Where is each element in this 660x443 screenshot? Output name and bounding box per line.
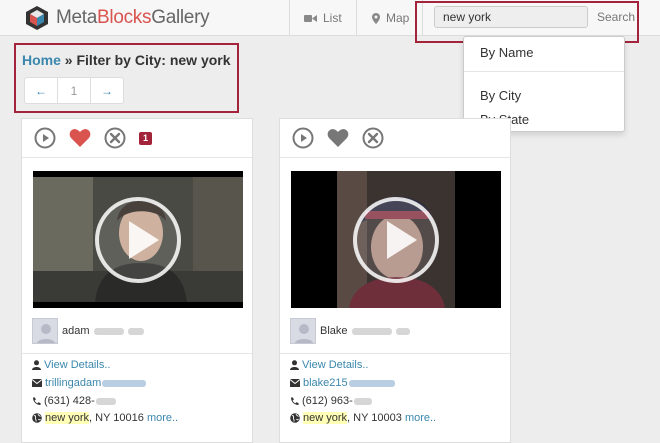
info-phone-row: (612) 963- (290, 395, 372, 407)
nav-map-link[interactable]: Map (372, 0, 409, 36)
cube-logo-icon (26, 6, 48, 30)
city-highlight: new york (303, 412, 348, 424)
dropdown-item-by-name[interactable]: By Name (480, 45, 533, 60)
video-camera-icon (304, 14, 317, 22)
dropdown-item-by-city[interactable]: By City (480, 88, 521, 103)
play-circle-icon[interactable] (292, 127, 314, 149)
result-card: 1 adam View Details.. trillingadam (631)… (21, 118, 253, 443)
email-link[interactable]: blake215 (303, 377, 348, 389)
info-email-row: blake215 (290, 377, 395, 389)
blurred-last-name (93, 327, 124, 335)
blurred-email-domain (102, 379, 147, 387)
view-details-link[interactable]: View Details.. (302, 359, 368, 371)
more-link[interactable]: more.. (405, 412, 436, 424)
card-divider (22, 353, 252, 354)
nav-list-label: List (323, 11, 342, 25)
info-address-row: new york, NY 10016 more.. (32, 412, 178, 424)
nav-divider (356, 0, 357, 36)
pager-page-number[interactable]: 1 (57, 78, 91, 103)
avatar[interactable] (32, 318, 58, 344)
close-circle-icon[interactable] (104, 127, 126, 149)
info-email-row: trillingadam (32, 377, 147, 389)
blurred-phone-digits (95, 397, 116, 405)
pagination: ← 1 → (24, 77, 124, 104)
play-circle-icon[interactable] (34, 127, 56, 149)
blurred-last-name (127, 327, 144, 335)
video-thumbnail[interactable] (33, 171, 243, 308)
phone-number: (631) 428- (44, 395, 95, 407)
play-overlay-icon[interactable] (93, 195, 183, 285)
phone-number: (612) 963- (302, 395, 353, 407)
heart-icon[interactable] (69, 128, 91, 148)
notification-badge: 1 (139, 131, 152, 145)
heart-icon[interactable] (327, 128, 349, 148)
avatar-placeholder-icon (36, 324, 56, 343)
phone-icon (291, 397, 299, 405)
globe-icon (290, 413, 300, 423)
blurred-last-name (395, 327, 410, 335)
video-thumbnail[interactable] (291, 171, 501, 308)
card-divider (22, 157, 252, 158)
blurred-email-domain (348, 379, 395, 387)
blurred-last-name (351, 327, 392, 335)
user-first-name[interactable]: Blake (320, 325, 348, 337)
address-rest: , NY 10016 (89, 412, 144, 424)
user-first-name[interactable]: adam (62, 325, 90, 337)
nav-map-label: Map (386, 11, 410, 25)
user-icon (32, 360, 41, 370)
email-link[interactable]: trillingadam (45, 377, 101, 389)
brand[interactable]: MetaBlocksGallery (24, 4, 210, 32)
avatar-placeholder-icon (294, 324, 314, 343)
user-row: adam (32, 317, 144, 345)
user-row: Blake (290, 317, 410, 345)
view-details-link[interactable]: View Details.. (44, 359, 110, 371)
card-actions (292, 127, 397, 149)
blurred-phone-digits (353, 397, 372, 405)
brand-name: MetaBlocksGallery (56, 7, 210, 28)
map-marker-icon (372, 12, 380, 24)
card-divider (280, 353, 510, 354)
breadcrumb: Home » Filter by City: new york (22, 52, 231, 68)
result-card: Blake View Details.. blake215 (612) 963-… (279, 118, 511, 443)
info-address-row: new york, NY 10003 more.. (290, 412, 436, 424)
nav-divider (289, 0, 290, 36)
breadcrumb-separator: » (60, 52, 77, 68)
info-details-row: View Details.. (32, 359, 110, 371)
close-circle-icon[interactable] (362, 127, 384, 149)
card-divider (280, 157, 510, 158)
breadcrumb-current: Filter by City: new york (76, 52, 231, 68)
pager-prev-button[interactable]: ← (25, 78, 57, 103)
envelope-icon (32, 379, 42, 387)
pager-next-button[interactable]: → (91, 78, 123, 103)
envelope-icon (290, 379, 300, 387)
more-link[interactable]: more.. (147, 412, 178, 424)
user-icon (290, 360, 299, 370)
info-phone-row: (631) 428- (32, 395, 116, 407)
play-overlay-icon[interactable] (351, 195, 441, 285)
phone-icon (33, 397, 41, 405)
avatar[interactable] (290, 318, 316, 344)
city-highlight: new york (45, 412, 90, 424)
info-details-row: View Details.. (290, 359, 368, 371)
nav-list-link[interactable]: List (304, 0, 342, 36)
breadcrumb-home-link[interactable]: Home (22, 52, 61, 68)
card-actions: 1 (34, 127, 152, 149)
globe-icon (32, 413, 42, 423)
dropdown-divider (464, 71, 624, 72)
address-rest: , NY 10003 (347, 412, 402, 424)
